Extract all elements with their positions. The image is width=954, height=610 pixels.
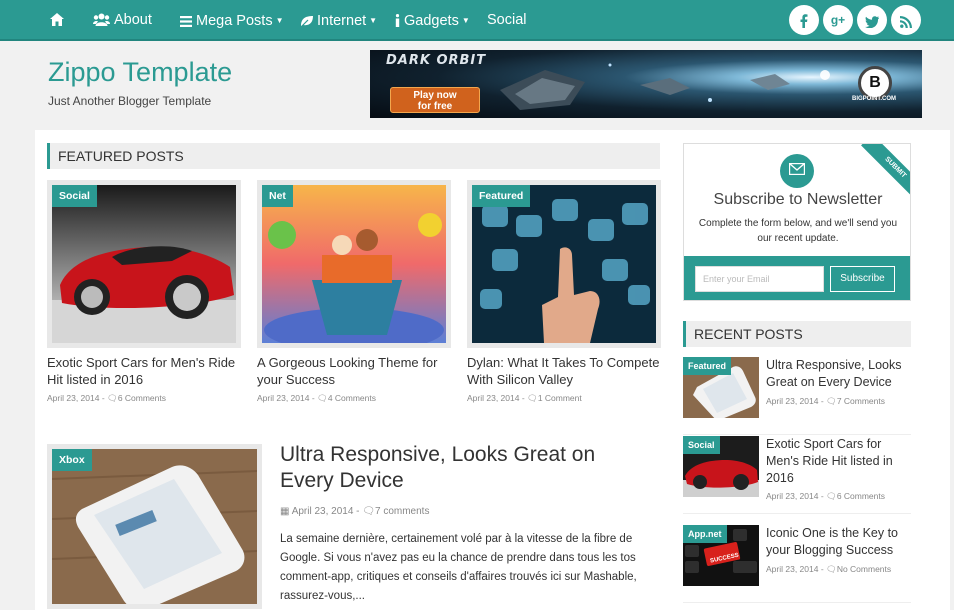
post-meta: April 23, 2014 - 🗨No Comments bbox=[766, 564, 892, 574]
post-thumbnail[interactable]: Featured bbox=[467, 180, 661, 348]
post-date: April 23, 2014 bbox=[766, 396, 819, 406]
post-thumbnail[interactable]: Social bbox=[683, 436, 759, 497]
nav-label: Gadgets bbox=[404, 13, 459, 29]
post-meta: April 23, 2014 - 🗨6 Comments bbox=[766, 491, 885, 501]
comments-icon: 🗨 bbox=[826, 491, 837, 501]
post-comments[interactable]: No Comments bbox=[837, 564, 891, 574]
post-thumbnail[interactable]: Featured bbox=[683, 357, 759, 418]
facebook-icon[interactable] bbox=[789, 5, 819, 35]
nav-label: Social bbox=[487, 12, 527, 28]
nav-item-internet[interactable]: Internet ▼ bbox=[300, 0, 377, 41]
home-icon[interactable] bbox=[50, 0, 68, 41]
newsletter-box: SUBMIT Subscribe to Newsletter Complete … bbox=[683, 143, 911, 301]
post-comments[interactable]: 7 comments bbox=[375, 506, 429, 517]
recent-post: Social Exotic Sport Cars for Men's Ride … bbox=[683, 436, 911, 514]
comments-icon: 🗨 bbox=[826, 564, 837, 574]
post-meta: April 23, 2014 - 🗨4 Comments bbox=[257, 393, 376, 403]
caret-down-icon: ▼ bbox=[369, 16, 378, 25]
post-title[interactable]: A Gorgeous Looking Theme for your Succes… bbox=[257, 354, 451, 388]
category-badge[interactable]: Social bbox=[52, 185, 97, 207]
site-title[interactable]: Zippo Template bbox=[48, 57, 232, 88]
post-thumbnail[interactable]: Social bbox=[47, 180, 241, 348]
banner-cta-line1: Play now bbox=[413, 90, 457, 101]
post-thumbnail[interactable]: SUCCESS App.net bbox=[683, 525, 759, 586]
caret-down-icon: ▼ bbox=[461, 16, 470, 25]
list-icon bbox=[180, 13, 196, 29]
category-badge[interactable]: Xbox bbox=[52, 449, 92, 471]
top-nav: About Mega Posts ▼ Internet ▼ Gadgets ▼ Soc… bbox=[0, 0, 954, 41]
recent-post: Featured Ultra Responsive, Looks Great o… bbox=[683, 357, 911, 435]
category-badge[interactable]: App.net bbox=[683, 525, 727, 543]
cartoon-boat-image bbox=[262, 185, 446, 343]
post-comments[interactable]: 7 Comments bbox=[837, 396, 885, 406]
twitter-icon[interactable] bbox=[857, 5, 887, 35]
main-post-excerpt: La semaine dernière, certainement volé p… bbox=[280, 533, 637, 602]
nav-item-about[interactable]: About bbox=[93, 0, 152, 41]
nav-label: Mega Posts bbox=[196, 13, 273, 29]
nav-item-social[interactable]: Social bbox=[487, 0, 527, 41]
category-badge[interactable]: Featured bbox=[472, 185, 531, 207]
main-post-meta: ▦ April 23, 2014 - 🗨7 comments bbox=[280, 506, 430, 517]
nav-label: About bbox=[114, 12, 152, 28]
ad-banner[interactable]: DARK ORBIT Play now for free B BIGPOINT.… bbox=[370, 50, 922, 118]
envelope-icon bbox=[780, 154, 814, 188]
nav-item-gadgets[interactable]: Gadgets ▼ bbox=[395, 0, 470, 41]
recent-posts-heading: RECENT POSTS bbox=[683, 321, 911, 347]
post-date: April 23, 2014 bbox=[467, 393, 520, 403]
touch-screen-image bbox=[472, 185, 656, 343]
info-icon bbox=[395, 13, 404, 29]
post-date: April 23, 2014 bbox=[47, 393, 100, 403]
post-date: April 23, 2014 bbox=[257, 393, 310, 403]
comments-icon: 🗨 bbox=[362, 506, 375, 517]
leaf-icon bbox=[300, 13, 317, 29]
smartphone-image bbox=[52, 449, 257, 604]
banner-sponsor: BIGPOINT.COM bbox=[852, 96, 897, 102]
post-title[interactable]: Dylan: What It Takes To Compete With Sil… bbox=[467, 354, 661, 388]
nav-item-mega-posts[interactable]: Mega Posts ▼ bbox=[180, 0, 284, 41]
red-car-image bbox=[52, 185, 236, 343]
post-title[interactable]: Ultra Responsive, Looks Great on Every D… bbox=[766, 357, 911, 391]
category-badge[interactable]: Social bbox=[683, 436, 720, 454]
post-date: April 23, 2014 bbox=[766, 491, 819, 501]
category-badge[interactable]: Featured bbox=[683, 357, 732, 375]
email-field[interactable]: Enter your Email bbox=[695, 266, 824, 292]
post-date: April 23, 2014 bbox=[766, 564, 819, 574]
recent-post: SUCCESS App.net Iconic One is the Key to… bbox=[683, 525, 911, 603]
post-comments[interactable]: 6 Comments bbox=[118, 393, 166, 403]
post-comments[interactable]: 6 Comments bbox=[837, 491, 885, 501]
google-plus-icon[interactable]: g+ bbox=[823, 5, 853, 35]
caret-down-icon: ▼ bbox=[275, 16, 284, 25]
bigpoint-logo-icon: B bbox=[858, 66, 892, 100]
post-meta: April 23, 2014 - 🗨7 Comments bbox=[766, 396, 885, 406]
main-post-thumbnail[interactable]: Xbox bbox=[47, 444, 262, 609]
comments-icon: 🗨 bbox=[107, 393, 118, 403]
nav-label: Internet bbox=[317, 13, 367, 29]
newsletter-title: Subscribe to Newsletter bbox=[713, 191, 883, 208]
comments-icon: 🗨 bbox=[826, 396, 837, 406]
post-date: April 23, 2014 bbox=[291, 506, 354, 517]
comments-icon: 🗨 bbox=[527, 393, 538, 403]
subscribe-button[interactable]: Subscribe bbox=[830, 266, 895, 292]
banner-cta-line2: for free bbox=[417, 101, 453, 112]
users-icon bbox=[93, 12, 114, 28]
featured-posts-heading: FEATURED POSTS bbox=[47, 143, 660, 169]
post-comments[interactable]: 4 Comments bbox=[328, 393, 376, 403]
post-title[interactable]: Exotic Sport Cars for Men's Ride Hit lis… bbox=[766, 436, 911, 487]
post-meta: April 23, 2014 - 🗨6 Comments bbox=[47, 393, 166, 403]
newsletter-text: Complete the form below, and we'll send … bbox=[698, 218, 898, 244]
post-title[interactable]: Exotic Sport Cars for Men's Ride Hit lis… bbox=[47, 354, 241, 388]
main-post-title[interactable]: Ultra Responsive, Looks Great on Every D… bbox=[280, 442, 650, 494]
post-comments[interactable]: 1 Comment bbox=[538, 393, 582, 403]
category-badge[interactable]: Net bbox=[262, 185, 293, 207]
calendar-icon: ▦ bbox=[280, 506, 292, 517]
site-tagline: Just Another Blogger Template bbox=[48, 94, 212, 108]
newsletter-form: Enter your Email Subscribe bbox=[684, 256, 910, 300]
comments-icon: 🗨 bbox=[317, 393, 328, 403]
banner-play-button[interactable]: Play now for free bbox=[390, 87, 480, 113]
post-title[interactable]: Iconic One is the Key to your Blogging S… bbox=[766, 525, 911, 559]
post-meta: April 23, 2014 - 🗨1 Comment bbox=[467, 393, 582, 403]
post-thumbnail[interactable]: Net bbox=[257, 180, 451, 348]
banner-brand: DARK ORBIT bbox=[386, 53, 487, 68]
rss-icon[interactable] bbox=[891, 5, 921, 35]
